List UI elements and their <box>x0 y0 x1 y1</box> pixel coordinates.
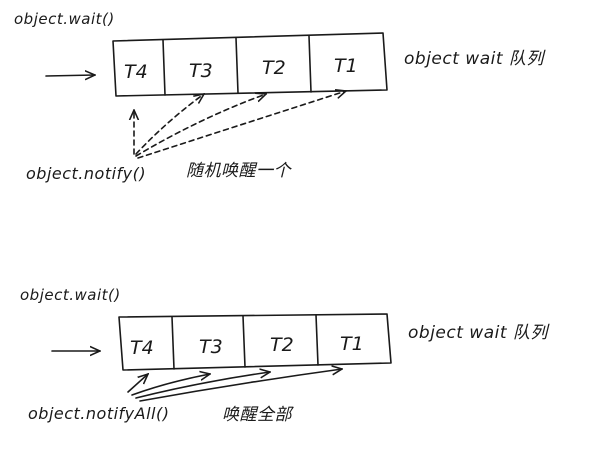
queue-divider <box>308 35 312 93</box>
queue-label: object wait 队列 <box>408 323 548 343</box>
queue-cell-label: T4 <box>130 337 154 359</box>
panel-notify-all: T4 T3 T2 T1 <box>51 313 392 402</box>
queue-cell-label: T1 <box>334 55 358 77</box>
queue-cell-label: T2 <box>262 57 286 79</box>
wake-arrow-t1 <box>137 91 346 159</box>
queue-cell-label: T1 <box>340 333 364 355</box>
enqueue-arrow <box>45 75 95 76</box>
panel-title: object.wait() <box>14 10 115 28</box>
queue-cell-label: T2 <box>270 334 294 356</box>
queue-divider <box>171 316 175 370</box>
queue-divider <box>315 314 319 366</box>
queue-label: object wait 队列 <box>404 49 544 69</box>
queue-cell-label: T4 <box>124 61 148 83</box>
call-label: object.notifyAll() <box>28 404 170 423</box>
panel-notify: T4 T3 T2 T1 <box>45 32 388 159</box>
wake-arrow-t4 <box>127 374 148 393</box>
queue-divider <box>162 39 166 96</box>
queue-divider <box>242 315 246 368</box>
call-label: object.notify() <box>26 164 147 183</box>
note-label: 唤醒全部 <box>222 405 292 425</box>
wake-arrow-t2 <box>135 94 266 157</box>
note-label: 随机唤醒一个 <box>186 161 291 181</box>
diagram-canvas: T4 T3 T2 T1 T4 T3 T2 T1 object.wait() ob… <box>0 0 595 451</box>
wake-arrow-t1 <box>139 369 342 402</box>
panel-title: object.wait() <box>20 286 121 304</box>
queue-cell-label: T3 <box>199 336 223 358</box>
queue-divider <box>235 37 239 94</box>
queue-cell-label: T3 <box>189 60 213 82</box>
